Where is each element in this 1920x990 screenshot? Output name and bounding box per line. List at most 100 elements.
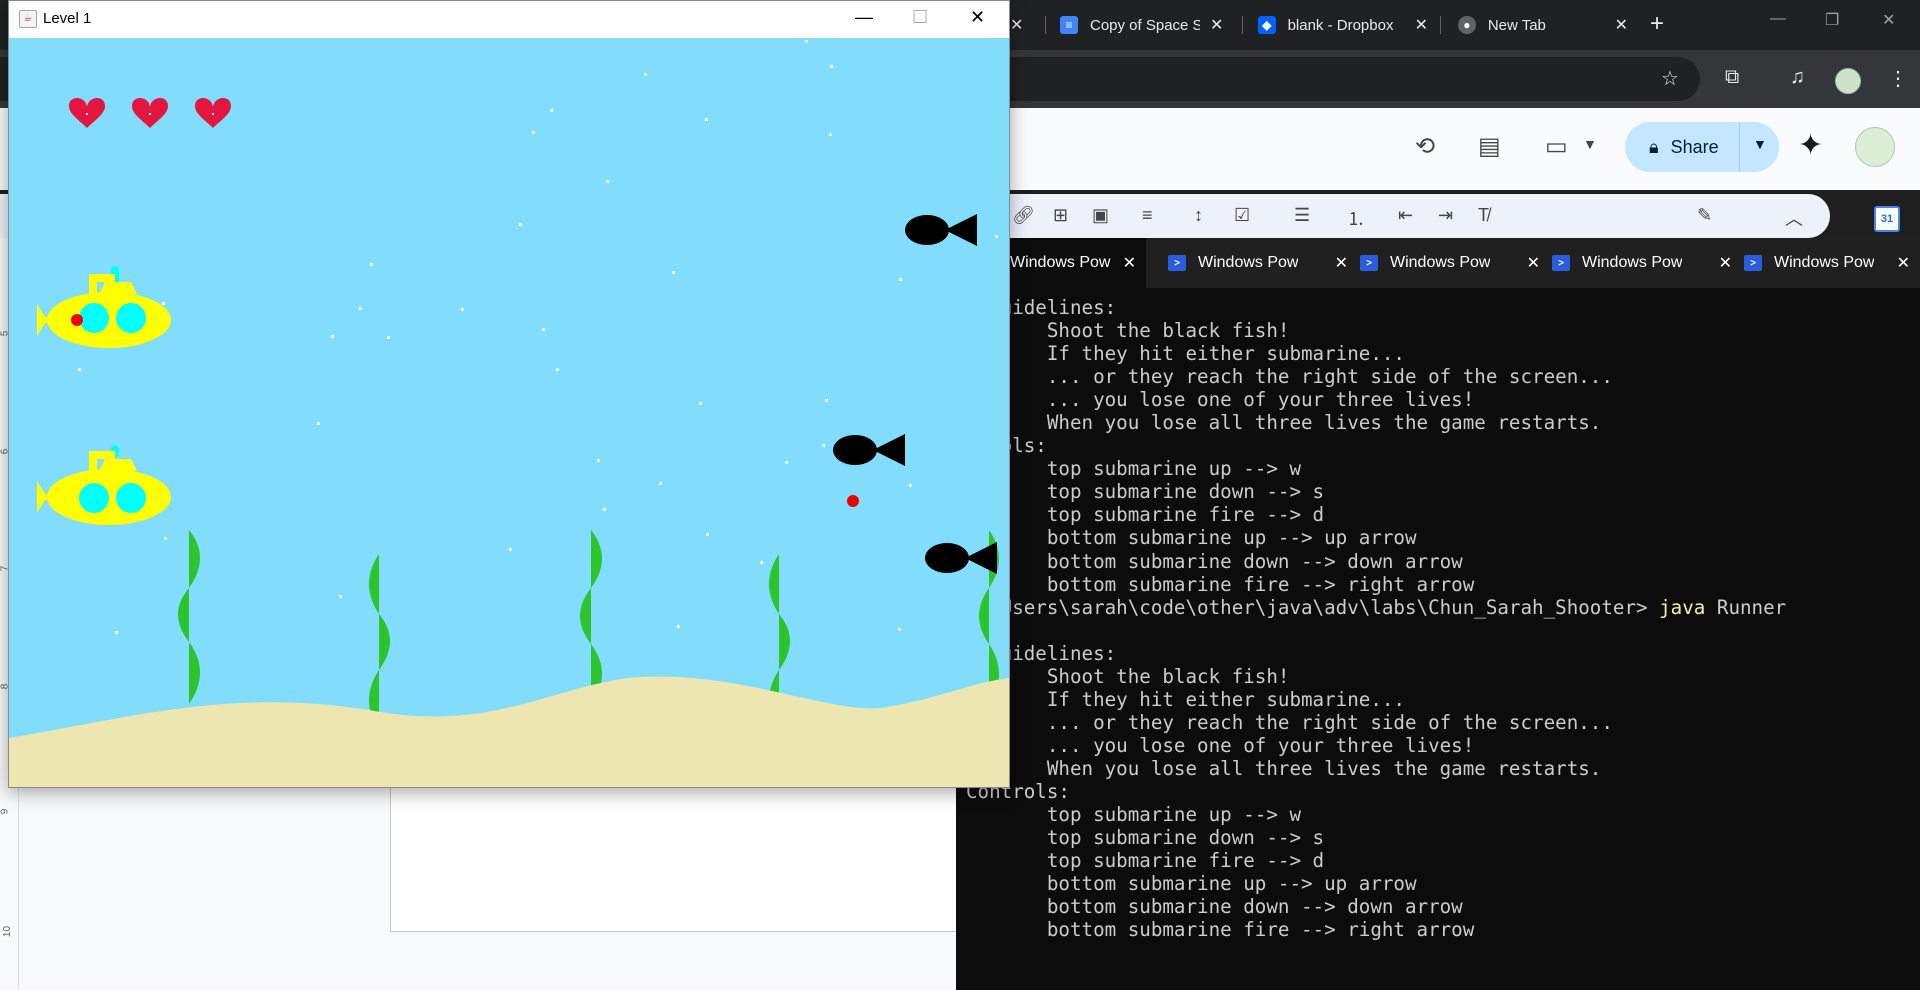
porthole [116,483,146,513]
terminal-tab[interactable]: > Windows Pow ✕ [1168,238,1358,288]
maximize-button[interactable]: ☐ [912,7,928,28]
terminal-line: bottom submarine down --> down arrow [966,895,1463,919]
porthole [79,483,109,513]
close-icon[interactable]: ✕ [1719,253,1732,273]
terminal-line: bottom submarine up --> up arrow [966,872,1417,896]
version-history-icon[interactable]: ⟲ [1415,132,1435,161]
terminal-tab[interactable]: > Windows Pow ✕ [1360,238,1550,288]
collapse-toolbar-icon[interactable]: ︿ [1785,205,1803,231]
terminal-tab[interactable]: > Windows Pow ✕ [1552,238,1742,288]
terminal-output[interactable]: e Guidelines: Shoot the black fish! If t… [966,296,1786,941]
terminal-line: If they hit either submarine... [966,342,1405,366]
terminal-tab-title: Windows Pow [1774,254,1874,271]
increase-indent-icon[interactable]: ⇥ [1438,205,1453,226]
close-icon[interactable]: ✕ [1415,15,1428,35]
powershell-icon: > [1360,255,1378,271]
chrome-tab-docs[interactable]: ≡ Copy of Space Sh ✕ [1060,8,1230,42]
tab-separator [1242,16,1243,34]
ruler-number: 9 [0,808,11,815]
terminal-line: e Guidelines: [966,641,1117,665]
avatar[interactable] [1855,127,1895,167]
meet-icon[interactable]: ▭ [1545,132,1568,161]
terminal-line: top submarine up --> w [966,803,1302,827]
bookmark-star-icon[interactable]: ☆ [1661,66,1679,91]
close-button[interactable]: ✕ [970,7,985,28]
terminal-line: Shoot the black fish! [966,664,1290,688]
close-icon[interactable]: ✕ [1010,15,1023,35]
chevron-down-icon[interactable]: ▼ [1583,136,1597,152]
terminal-line: ntrols: [966,434,1786,457]
terminal-tab-bar: Windows Pow ✕ > Windows Pow ✕ > Windows … [956,238,1920,288]
close-icon[interactable]: ✕ [1123,253,1136,273]
chrome-tab-dropbox[interactable]: ◆ blank - Dropbox ✕ [1258,8,1428,42]
java-icon: ☕︎ [19,10,37,28]
terminal-line: top submarine up --> w [966,457,1302,481]
bullet [847,495,859,507]
game-canvas[interactable] [9,38,1009,787]
prompt-path: C:\Users\sarah\code\other\java\adv\labs\… [966,595,1660,619]
restore-button[interactable]: ❐ [1825,10,1839,30]
game-title-bar[interactable]: ☕︎ Level 1 — ☐ ✕ [9,1,1009,38]
game-window[interactable]: ☕︎ Level 1 — ☐ ✕ [8,0,1010,788]
tab-separator [1045,16,1046,34]
divider [1739,122,1740,172]
terminal-tab-title: Windows Pow [1198,254,1298,271]
minimize-button[interactable]: — [855,7,873,28]
comments-icon[interactable]: ▤ [1478,132,1501,161]
numbered-list-icon[interactable]: ⒈ [1347,205,1365,231]
terminal-line: bottom submarine fire --> right arrow [966,918,1475,942]
media-controls-icon[interactable]: ♫ [1790,66,1805,89]
terminal-line: Controls: [966,779,1070,803]
chevron-down-icon[interactable]: ▼ [1753,136,1767,152]
chrome-menu-icon[interactable]: ⋮ [1888,66,1908,91]
close-icon[interactable]: ✕ [1615,15,1628,35]
tab-separator [1440,16,1441,34]
chrome-tab-new-tab[interactable]: ● New Tab ✕ [1458,8,1628,42]
close-icon[interactable]: ✕ [1335,253,1348,273]
line-spacing-icon[interactable]: ↕ [1194,205,1203,226]
decrease-indent-icon[interactable]: ⇤ [1398,205,1413,226]
bulleted-list-icon[interactable]: ☰ [1294,205,1310,226]
clear-formatting-icon[interactable]: T̸ [1478,205,1489,226]
share-label: Share [1670,136,1719,157]
ruler-number: 10 [2,925,14,938]
terminal-window[interactable]: Windows Pow ✕ > Windows Pow ✕ > Windows … [956,238,1920,990]
dropbox-icon: ◆ [1258,16,1276,34]
docs-icon: ≡ [1060,16,1078,34]
checklist-icon[interactable]: ☑ [1234,205,1250,226]
porthole [116,303,146,333]
profile-avatar[interactable] [1835,68,1861,94]
terminal-line: When you lose all three lives the game r… [966,756,1602,780]
editing-mode-icon[interactable]: ✎ [1697,205,1712,226]
gemini-icon[interactable]: ✦ [1798,128,1823,163]
chrome-tab-title: Copy of Space Sh [1090,16,1200,34]
terminal-tab[interactable]: > Windows Pow ✕ [1744,238,1920,288]
close-button[interactable]: ✕ [1882,10,1895,30]
terminal-tab-title: Windows Pow [1010,254,1111,271]
water-background [9,38,1009,787]
prompt-command: java [1659,595,1706,619]
minimize-button[interactable]: — [1770,10,1786,28]
powershell-icon: > [1168,255,1186,271]
insert-image-icon[interactable]: ▣ [1092,205,1109,226]
align-icon[interactable]: ≡ [1142,205,1153,226]
extensions-icon[interactable]: ⧉ [1725,66,1739,89]
calendar-icon[interactable]: 31 [1874,206,1900,232]
close-icon[interactable]: ✕ [1210,15,1223,35]
terminal-line: bottom submarine down --> down arrow [966,549,1463,573]
chrome-icon: ● [1458,16,1476,34]
terminal-line: Shoot the black fish! [966,319,1290,343]
bullet [71,314,83,326]
prompt-command-arg: Runner [1705,595,1787,619]
add-comment-icon[interactable]: ⊞ [1053,205,1068,226]
close-icon[interactable]: ✕ [1897,253,1910,273]
terminal-line: top submarine fire --> d [966,503,1325,527]
porthole [79,303,109,333]
lock-icon: 🔒︎ [1649,136,1659,157]
window-title: Level 1 [43,10,92,27]
terminal-line: bottom submarine fire --> right arrow [966,572,1475,596]
link-icon[interactable]: 🔗︎ [1012,205,1035,226]
share-button[interactable]: 🔒︎ Share ▼ [1625,122,1779,172]
close-icon[interactable]: ✕ [1527,253,1540,273]
new-tab-button[interactable]: + [1650,11,1664,37]
